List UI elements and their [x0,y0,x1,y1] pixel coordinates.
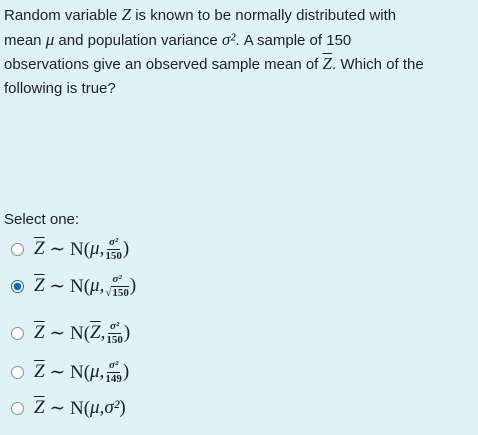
symbol-sigma-squared: σ² [221,29,236,49]
answer-formula-2: Z ∼ N(μ, σ² √150 ) [34,272,137,299]
answer-formula-5: Z ∼ N(μ, σ²) [34,397,126,419]
answer-formula-4: Z ∼ N(μ, σ² 149 ) [34,358,130,385]
answer-option-2[interactable]: Z ∼ N(μ, σ² √150 ) [11,269,136,303]
question-line-4: following is true? [4,79,116,97]
fraction: σ² 150 [105,235,122,262]
answer-formula-3: Z ∼ N(Z, σ² 150 ) [34,319,131,346]
radio-button-4[interactable] [11,365,24,379]
question-text: Random variable Z is known to be normall… [4,3,474,100]
radio-button-5[interactable] [11,401,24,415]
question-line-1: Random variable Z is known to be normall… [4,5,397,24]
answer-option-3[interactable]: Z ∼ N(Z, σ² 150 ) [11,316,130,350]
radio-button-2-selected[interactable] [11,279,24,293]
fraction: σ² 150 [106,319,123,346]
variable-z-bar: Z [322,54,332,73]
radio-button-3[interactable] [11,326,24,340]
answer-option-4[interactable]: Z ∼ N(μ, σ² 149 ) [11,355,129,389]
answer-formula-1: Z ∼ N(μ, σ² 150 ) [34,235,130,262]
answer-option-1[interactable]: Z ∼ N(μ, σ² 150 ) [11,232,129,266]
answer-option-5[interactable]: Z ∼ N(μ, σ²) [11,391,126,425]
select-one-label: Select one: [4,211,80,228]
question-line-2: mean μ and population variance σ². A sam… [4,29,352,49]
fraction: σ² √150 [105,272,129,299]
radio-button-1[interactable] [11,242,24,256]
question-line-3: observations give an observed sample mea… [4,54,424,73]
variable-z: Z [121,5,132,24]
fraction: σ² 149 [105,358,122,385]
symbol-mu: μ [45,29,55,49]
